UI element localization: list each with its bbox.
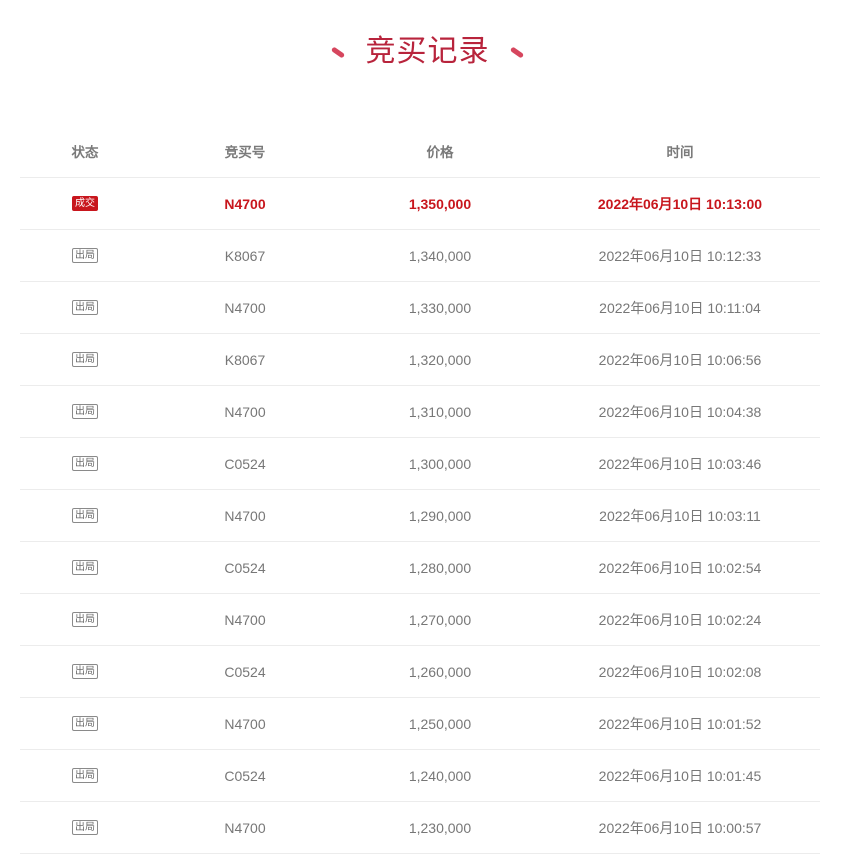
status-cell: 出局 (20, 490, 150, 541)
status-cell: 出局 (20, 438, 150, 489)
status-badge: 出局 (72, 612, 98, 627)
status-badge: 出局 (72, 664, 98, 679)
price-cell: 1,320,000 (408, 351, 472, 368)
time-cell: 2022年06月10日 10:11:04 (599, 299, 761, 316)
price-cell: 1,270,000 (408, 611, 472, 628)
status-badge: 出局 (72, 716, 98, 731)
status-badge: 出局 (72, 820, 98, 835)
status-badge: 出局 (72, 404, 98, 419)
bidder-number-cell: N4700 (224, 611, 266, 628)
table-row: 成交 N4700 1,350,000 2022年06月10日 10:13:00 (20, 178, 820, 230)
bidder-number-cell: N4700 (224, 195, 266, 212)
status-badge: 出局 (72, 352, 98, 367)
title-left-decoration-icon (330, 45, 346, 59)
table-row: 出局 N4700 1,310,000 2022年06月10日 10:04:38 (20, 386, 820, 438)
status-cell: 出局 (20, 646, 150, 697)
bidder-number-cell: N4700 (224, 507, 266, 524)
bidder-number-cell: C0524 (224, 663, 266, 680)
status-cell: 成交 (20, 178, 150, 229)
bidder-number-cell: C0524 (224, 767, 266, 784)
price-cell: 1,240,000 (408, 767, 472, 784)
header-time: 时间 (666, 145, 694, 160)
bidder-number-cell: N4700 (224, 403, 266, 420)
status-cell: 出局 (20, 594, 150, 645)
time-cell: 2022年06月10日 10:00:57 (598, 819, 762, 836)
time-cell: 2022年06月10日 10:01:52 (598, 715, 762, 732)
price-cell: 1,350,000 (408, 195, 472, 212)
header-bidder-number: 竞买号 (224, 145, 266, 160)
status-badge: 出局 (72, 456, 98, 471)
status-cell: 出局 (20, 750, 150, 801)
status-badge: 出局 (72, 508, 98, 523)
status-cell: 出局 (20, 802, 150, 853)
table-row: 出局 C0524 1,280,000 2022年06月10日 10:02:54 (20, 542, 820, 594)
time-cell: 2022年06月10日 10:06:56 (598, 351, 762, 368)
price-cell: 1,300,000 (408, 455, 472, 472)
table-row: 出局 N4700 1,290,000 2022年06月10日 10:03:11 (20, 490, 820, 542)
table-header-row: 状态 竞买号 价格 时间 (20, 125, 820, 178)
time-cell: 2022年06月10日 10:12:33 (598, 247, 762, 264)
page-title: 竞买记录 (365, 34, 490, 69)
price-cell: 1,330,000 (408, 299, 472, 316)
time-cell: 2022年06月10日 10:02:54 (598, 559, 762, 576)
time-cell: 2022年06月10日 10:13:00 (597, 195, 763, 212)
status-cell: 出局 (20, 386, 150, 437)
price-cell: 1,280,000 (408, 559, 472, 576)
price-cell: 1,230,000 (408, 819, 472, 836)
price-cell: 1,290,000 (408, 507, 472, 524)
bid-record-table: 状态 竞买号 价格 时间 成交 N4700 1,350,000 2022年06月… (20, 125, 820, 854)
time-cell: 2022年06月10日 10:03:11 (599, 507, 761, 524)
price-cell: 1,250,000 (408, 715, 472, 732)
status-cell: 出局 (20, 230, 150, 281)
header-status: 状态 (71, 145, 99, 160)
status-cell: 出局 (20, 334, 150, 385)
status-badge: 出局 (72, 300, 98, 315)
bidder-number-cell: N4700 (224, 299, 266, 316)
table-row: 出局 K8067 1,340,000 2022年06月10日 10:12:33 (20, 230, 820, 282)
time-cell: 2022年06月10日 10:01:45 (598, 767, 762, 784)
table-row: 出局 N4700 1,230,000 2022年06月10日 10:00:57 (20, 802, 820, 854)
table-row: 出局 C0524 1,260,000 2022年06月10日 10:02:08 (20, 646, 820, 698)
status-badge: 出局 (72, 560, 98, 575)
table-row: 出局 N4700 1,330,000 2022年06月10日 10:11:04 (20, 282, 820, 334)
time-cell: 2022年06月10日 10:04:38 (598, 403, 762, 420)
table-row: 出局 C0524 1,240,000 2022年06月10日 10:01:45 (20, 750, 820, 802)
status-badge: 出局 (72, 248, 98, 263)
price-cell: 1,340,000 (408, 247, 472, 264)
table-row: 出局 C0524 1,300,000 2022年06月10日 10:03:46 (20, 438, 820, 490)
table-row: 出局 K8067 1,320,000 2022年06月10日 10:06:56 (20, 334, 820, 386)
time-cell: 2022年06月10日 10:02:24 (598, 611, 762, 628)
price-cell: 1,260,000 (408, 663, 472, 680)
time-cell: 2022年06月10日 10:03:46 (598, 455, 762, 472)
status-cell: 出局 (20, 698, 150, 749)
title-right-decoration-icon (509, 45, 525, 59)
time-cell: 2022年06月10日 10:02:08 (598, 663, 762, 680)
status-cell: 出局 (20, 282, 150, 333)
status-cell: 出局 (20, 542, 150, 593)
title-wrap: 竞买记录 (0, 30, 855, 74)
bidder-number-cell: N4700 (224, 819, 266, 836)
price-cell: 1,310,000 (408, 403, 472, 420)
bidder-number-cell: C0524 (224, 559, 266, 576)
status-badge: 出局 (72, 768, 98, 783)
status-badge: 成交 (72, 196, 98, 211)
bidder-number-cell: K8067 (224, 247, 266, 264)
table-row: 出局 N4700 1,250,000 2022年06月10日 10:01:52 (20, 698, 820, 750)
page-header: 竞买记录 (0, 0, 855, 110)
bidder-number-cell: C0524 (224, 455, 266, 472)
bidder-number-cell: K8067 (224, 351, 266, 368)
table-row: 出局 N4700 1,270,000 2022年06月10日 10:02:24 (20, 594, 820, 646)
header-price: 价格 (426, 145, 454, 160)
bidder-number-cell: N4700 (224, 715, 266, 732)
